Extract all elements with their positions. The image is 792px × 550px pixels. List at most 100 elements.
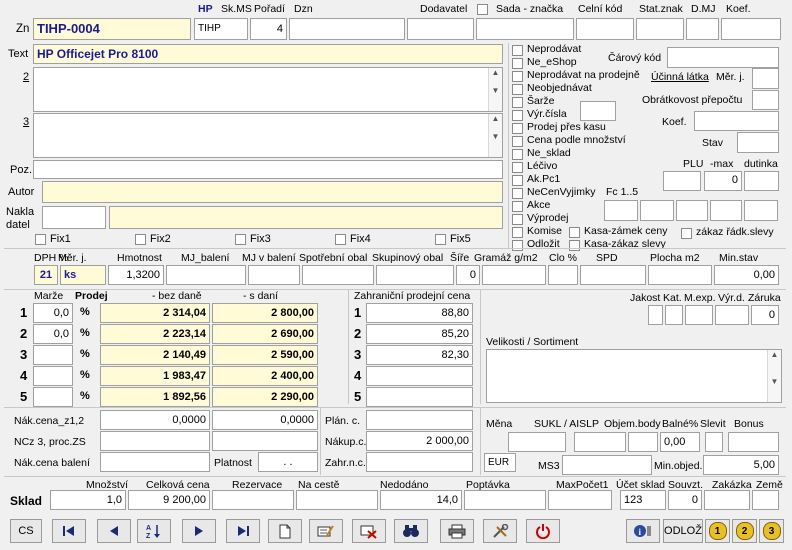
hmotnost-input[interactable]: 1,3200 <box>108 265 164 285</box>
nakladatel-input[interactable] <box>109 206 503 229</box>
mj-baleni-input[interactable] <box>166 265 246 285</box>
badge1-button[interactable]: 1 <box>705 519 730 543</box>
rezervace-input[interactable] <box>212 490 294 510</box>
platnost-input[interactable]: . . <box>258 452 318 472</box>
sarze-checkbox[interactable] <box>512 97 523 108</box>
sada-input[interactable] <box>476 18 574 40</box>
price-s-dani-input[interactable]: 2 690,00 <box>212 324 318 344</box>
delete-record-button[interactable] <box>352 519 386 543</box>
zaruka-input[interactable]: 0 <box>751 305 779 325</box>
ne-sklad-checkbox[interactable] <box>512 149 523 160</box>
zahr-price-input[interactable]: 82,30 <box>366 345 473 365</box>
vyr-cisla-checkbox[interactable] <box>512 110 523 121</box>
kasa-zamek-checkbox[interactable] <box>569 227 580 238</box>
akce-checkbox[interactable] <box>512 201 523 212</box>
sire-input[interactable]: 0 <box>456 265 480 285</box>
tools-button[interactable] <box>483 519 517 543</box>
odloz-button[interactable]: ODLOŽ <box>663 519 703 543</box>
text-input[interactable]: HP Officejet Pro 8100 <box>33 44 503 64</box>
autor-input[interactable] <box>42 181 503 203</box>
maxpocet-input[interactable] <box>548 490 612 510</box>
plu-input[interactable] <box>663 171 701 191</box>
marze-input[interactable] <box>33 387 73 407</box>
price-bez-dane-input[interactable]: 2 223,14 <box>100 324 210 344</box>
prev-record-button[interactable] <box>97 519 131 543</box>
text-line2-textarea[interactable] <box>33 67 503 112</box>
plocha-input[interactable] <box>648 265 712 285</box>
mj-v-baleni-input[interactable] <box>248 265 300 285</box>
statznak-input[interactable] <box>636 18 684 40</box>
balne-input[interactable]: 0,00 <box>660 432 700 452</box>
price-bez-dane-input[interactable]: 1 892,56 <box>100 387 210 407</box>
zahr-nc-input[interactable] <box>366 452 473 472</box>
skms-input[interactable]: TIHP <box>194 18 248 40</box>
plan-input[interactable] <box>366 410 473 430</box>
badge2-button[interactable]: 2 <box>732 519 757 543</box>
max-input[interactable]: 0 <box>704 171 742 191</box>
zakaz-radk-checkbox[interactable] <box>681 228 692 239</box>
ncz3-input-2[interactable] <box>212 431 318 451</box>
fix3-checkbox[interactable] <box>235 234 246 245</box>
zahr-price-input[interactable] <box>366 387 473 407</box>
dmj-input[interactable] <box>686 18 719 40</box>
kasa-zakaz-checkbox[interactable] <box>569 240 580 251</box>
merj-input[interactable]: ks <box>60 265 106 285</box>
sukl-input[interactable] <box>508 432 566 452</box>
skupinovy-obal-input[interactable] <box>376 265 454 285</box>
sort-button[interactable]: AZ <box>137 519 171 543</box>
marze-input[interactable] <box>33 366 73 386</box>
celkova-input[interactable]: 9 200,00 <box>128 490 210 510</box>
poptavka-input[interactable] <box>464 490 546 510</box>
neprodavat-prodejne-checkbox[interactable] <box>512 71 523 82</box>
na-ceste-input[interactable] <box>296 490 378 510</box>
fc2-input[interactable] <box>640 200 674 221</box>
odlozit-checkbox[interactable] <box>512 240 523 251</box>
spotrebni-obal-input[interactable] <box>302 265 374 285</box>
ucet-sklad-input[interactable]: 123 <box>620 490 666 510</box>
vyrd-input[interactable] <box>715 305 749 325</box>
lecivo-checkbox[interactable] <box>512 162 523 173</box>
cs-button[interactable]: CS <box>10 519 42 543</box>
last-record-button[interactable] <box>226 519 260 543</box>
search-button[interactable] <box>394 519 428 543</box>
price-bez-dane-input[interactable]: 1 983,47 <box>100 366 210 386</box>
new-record-button[interactable] <box>268 519 302 543</box>
vyprodej-checkbox[interactable] <box>512 214 523 225</box>
exit-button[interactable] <box>526 519 560 543</box>
slevit-input[interactable] <box>705 432 723 452</box>
nedodano-input[interactable]: 14,0 <box>380 490 462 510</box>
ms3-input[interactable] <box>562 455 652 475</box>
min-objed-input[interactable]: 5,00 <box>703 455 779 475</box>
mexp-input[interactable] <box>685 305 713 325</box>
koef-input[interactable] <box>721 18 781 40</box>
souvzt-input[interactable]: 0 <box>668 490 702 510</box>
text-line3-textarea[interactable] <box>33 113 503 158</box>
nakup-input[interactable]: 2 000,00 <box>366 431 473 451</box>
prodej-kasa-checkbox[interactable] <box>512 123 523 134</box>
info-button[interactable]: i <box>626 519 660 543</box>
nak-z12-input-2[interactable]: 0,0000 <box>212 410 318 430</box>
zakazka-input[interactable] <box>704 490 750 510</box>
cena-mnozstvi-checkbox[interactable] <box>512 136 523 147</box>
zahr-price-input[interactable]: 88,80 <box>366 303 473 323</box>
carovy-kod-input[interactable] <box>667 47 779 68</box>
dph-input[interactable]: 21 <box>34 265 58 285</box>
dutinka-input[interactable] <box>744 171 779 191</box>
marze-input[interactable] <box>33 345 73 365</box>
fc3-input[interactable] <box>676 200 708 221</box>
koef-right-input[interactable] <box>694 111 779 131</box>
objem-input-1[interactable] <box>574 432 626 452</box>
fix1-checkbox[interactable] <box>35 234 46 245</box>
velikosti-textarea[interactable] <box>486 349 782 403</box>
komise-checkbox[interactable] <box>512 227 523 238</box>
mena-input[interactable]: EUR <box>484 453 516 472</box>
first-record-button[interactable] <box>52 519 86 543</box>
zeme-input[interactable] <box>752 490 779 510</box>
fc4-input[interactable] <box>710 200 742 221</box>
marze-input[interactable]: 0,0 <box>33 324 73 344</box>
dodavatel-input[interactable] <box>407 18 474 40</box>
badge3-button[interactable]: 3 <box>759 519 784 543</box>
fix4-checkbox[interactable] <box>335 234 346 245</box>
edit-record-button[interactable] <box>309 519 343 543</box>
mer-j-input[interactable] <box>752 68 779 89</box>
